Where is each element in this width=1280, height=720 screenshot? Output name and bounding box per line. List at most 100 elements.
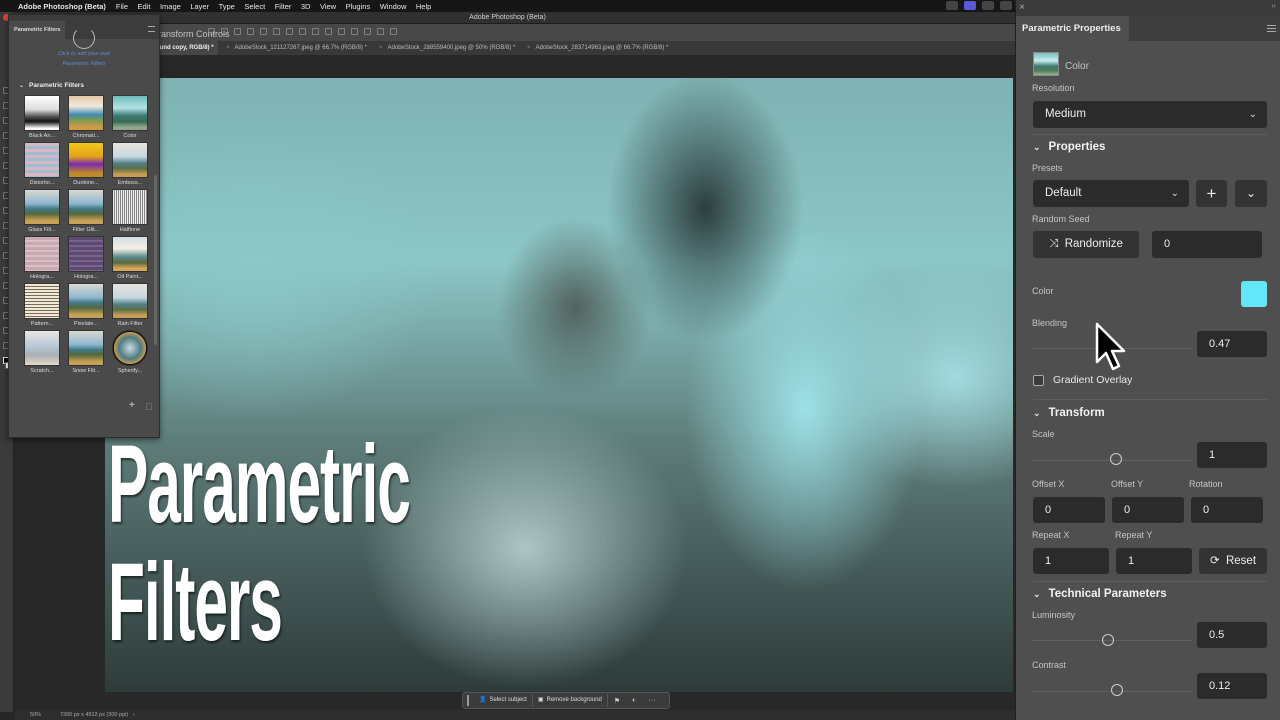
menu-type[interactable]: Type	[219, 2, 235, 11]
transform-section-header[interactable]: ⌄ Transform	[1033, 407, 1105, 419]
luminosity-slider-knob[interactable]	[1102, 634, 1114, 646]
creative-cloud-icon[interactable]	[982, 1, 994, 10]
pan-icon[interactable]	[364, 28, 371, 35]
select-subject-button[interactable]: 👤 Select subject	[474, 694, 533, 707]
filter-item[interactable]: Pattern...	[23, 283, 61, 327]
distribute-top-icon[interactable]	[260, 28, 267, 35]
menu-filter[interactable]: Filter	[275, 2, 292, 11]
preset-menu-button[interactable]: ⌄	[1235, 180, 1267, 207]
menu-window[interactable]: Window	[380, 2, 407, 11]
align-center-icon[interactable]	[221, 28, 228, 35]
close-panel-icon[interactable]: ×	[1019, 2, 1025, 13]
filters-section-header[interactable]: ⌄ Parametric Filters	[19, 82, 84, 89]
menu-image[interactable]: Image	[160, 2, 181, 11]
close-tab-icon[interactable]: ×	[527, 45, 531, 51]
filter-item[interactable]: Filter Glit...	[67, 189, 105, 233]
align-left-icon[interactable]	[208, 28, 215, 35]
blending-input[interactable]: 0.47	[1197, 331, 1267, 357]
distribute-middle-icon[interactable]	[273, 28, 280, 35]
menu-plugins[interactable]: Plugins	[346, 2, 371, 11]
filter-item[interactable]: Chromati...	[67, 95, 105, 139]
drag-handle[interactable]	[467, 695, 469, 706]
filter-item[interactable]: Hologra...	[67, 236, 105, 280]
filter-item[interactable]: Duotone...	[67, 142, 105, 186]
repeat-x-input[interactable]: 1	[1033, 548, 1109, 574]
presets-dropdown[interactable]: Default ⌄	[1033, 180, 1189, 207]
menu-select[interactable]: Select	[244, 2, 265, 11]
rotation-input[interactable]: 0	[1191, 497, 1263, 523]
more-options-icon[interactable]	[312, 28, 319, 35]
doc-tab-active[interactable]: ound copy, RGB/8) *	[152, 41, 218, 55]
remove-background-button[interactable]: ▣ Remove background	[533, 694, 608, 707]
zoom-level[interactable]: 50%	[30, 710, 41, 720]
color-swatch[interactable]	[1241, 281, 1267, 307]
slide-icon[interactable]	[377, 28, 384, 35]
contrast-input[interactable]: 0.12	[1197, 673, 1267, 699]
video-camera-icon[interactable]	[390, 28, 397, 35]
menu-3d[interactable]: 3D	[301, 2, 311, 11]
close-tab-icon[interactable]: ×	[226, 45, 230, 51]
trash-icon[interactable]	[146, 403, 152, 410]
filter-item[interactable]: Pixelate...	[67, 283, 105, 327]
parametric-filters-tab[interactable]: Parametric Filters	[9, 21, 65, 39]
pin-icon[interactable]: ⚑	[608, 697, 626, 705]
offset-y-input[interactable]: 0	[1112, 497, 1184, 523]
filter-item[interactable]: Oil Paint...	[111, 236, 149, 280]
orbit-icon[interactable]	[338, 28, 345, 35]
filter-item[interactable]: Scratch...	[23, 330, 61, 374]
distribute-bottom-icon[interactable]	[286, 28, 293, 35]
filter-item[interactable]: Emboss...	[111, 142, 149, 186]
properties-section-header[interactable]: ⌄ Properties	[1033, 141, 1105, 153]
collapse-panel-icon[interactable]: ‹‹	[1271, 3, 1276, 10]
panel-menu-icon[interactable]	[148, 26, 155, 32]
dropbox-icon[interactable]	[1000, 1, 1012, 10]
status-arrow-icon[interactable]: ›	[133, 712, 135, 718]
doc-tab[interactable]: × AdobeStock_283714963.jpeg @ 66.7% (RGB/…	[523, 41, 672, 55]
panel-menu-icon[interactable]	[1267, 25, 1276, 32]
distribute-horizontal-icon[interactable]	[299, 28, 306, 35]
scrollbar[interactable]	[154, 175, 157, 345]
luminosity-input[interactable]: 0.5	[1197, 622, 1267, 648]
menu-help[interactable]: Help	[416, 2, 431, 11]
offset-x-input[interactable]: 0	[1033, 497, 1105, 523]
add-own-filters-link[interactable]: Click to add your own Parametric Filters	[9, 49, 159, 69]
scale-slider-knob[interactable]	[1110, 453, 1122, 465]
screen-share-icon[interactable]	[964, 1, 976, 10]
reset-button[interactable]: ⟳ Reset	[1199, 548, 1267, 574]
filter-item[interactable]: Color	[111, 95, 149, 139]
align-bottom-icon[interactable]	[247, 28, 254, 35]
screen-record-icon[interactable]	[946, 1, 958, 10]
filter-item[interactable]: Spherify...	[111, 330, 149, 374]
menu-layer[interactable]: Layer	[190, 2, 209, 11]
menu-view[interactable]: View	[320, 2, 336, 11]
more-icon[interactable]: ···	[642, 697, 661, 704]
mask-icon[interactable]: ◐	[626, 697, 642, 704]
filter-item[interactable]: Distortio...	[23, 142, 61, 186]
close-tab-icon[interactable]: ×	[379, 45, 383, 51]
3d-mode-icon[interactable]	[325, 28, 332, 35]
roll-icon[interactable]	[351, 28, 358, 35]
doc-tab[interactable]: × AdobeStock_121127267.jpeg @ 66.7% (RGB/…	[222, 41, 371, 55]
scale-input[interactable]: 1	[1197, 442, 1267, 468]
app-menu[interactable]: Adobe Photoshop (Beta)	[18, 2, 106, 11]
filter-item[interactable]: Rain Filter	[111, 283, 149, 327]
menu-edit[interactable]: Edit	[138, 2, 151, 11]
repeat-y-input[interactable]: 1	[1116, 548, 1192, 574]
random-seed-input[interactable]: 0	[1152, 231, 1262, 258]
parametric-properties-tab[interactable]: Parametric Properties	[1016, 16, 1129, 41]
filter-item[interactable]: Snow Filt...	[67, 330, 105, 374]
add-filter-icon[interactable]	[73, 27, 95, 49]
add-preset-button[interactable]: +	[1196, 180, 1227, 207]
filter-item[interactable]: Black An...	[23, 95, 61, 139]
add-preset-button[interactable]: +	[129, 400, 135, 411]
gradient-overlay-checkbox[interactable]	[1033, 375, 1044, 386]
align-right-icon[interactable]	[234, 28, 241, 35]
filter-item[interactable]: Hologra...	[23, 236, 61, 280]
filter-item[interactable]: Halftone	[111, 189, 149, 233]
menu-file[interactable]: File	[116, 2, 128, 11]
resolution-dropdown[interactable]: Medium ⌄	[1033, 101, 1267, 128]
contrast-slider-knob[interactable]	[1111, 684, 1123, 696]
doc-tab[interactable]: × AdobeStock_288559400.jpeg @ 50% (RGB/8)…	[375, 41, 519, 55]
randomize-button[interactable]: ⤨ Randomize	[1033, 231, 1139, 258]
filter-item[interactable]: Glass Filt...	[23, 189, 61, 233]
